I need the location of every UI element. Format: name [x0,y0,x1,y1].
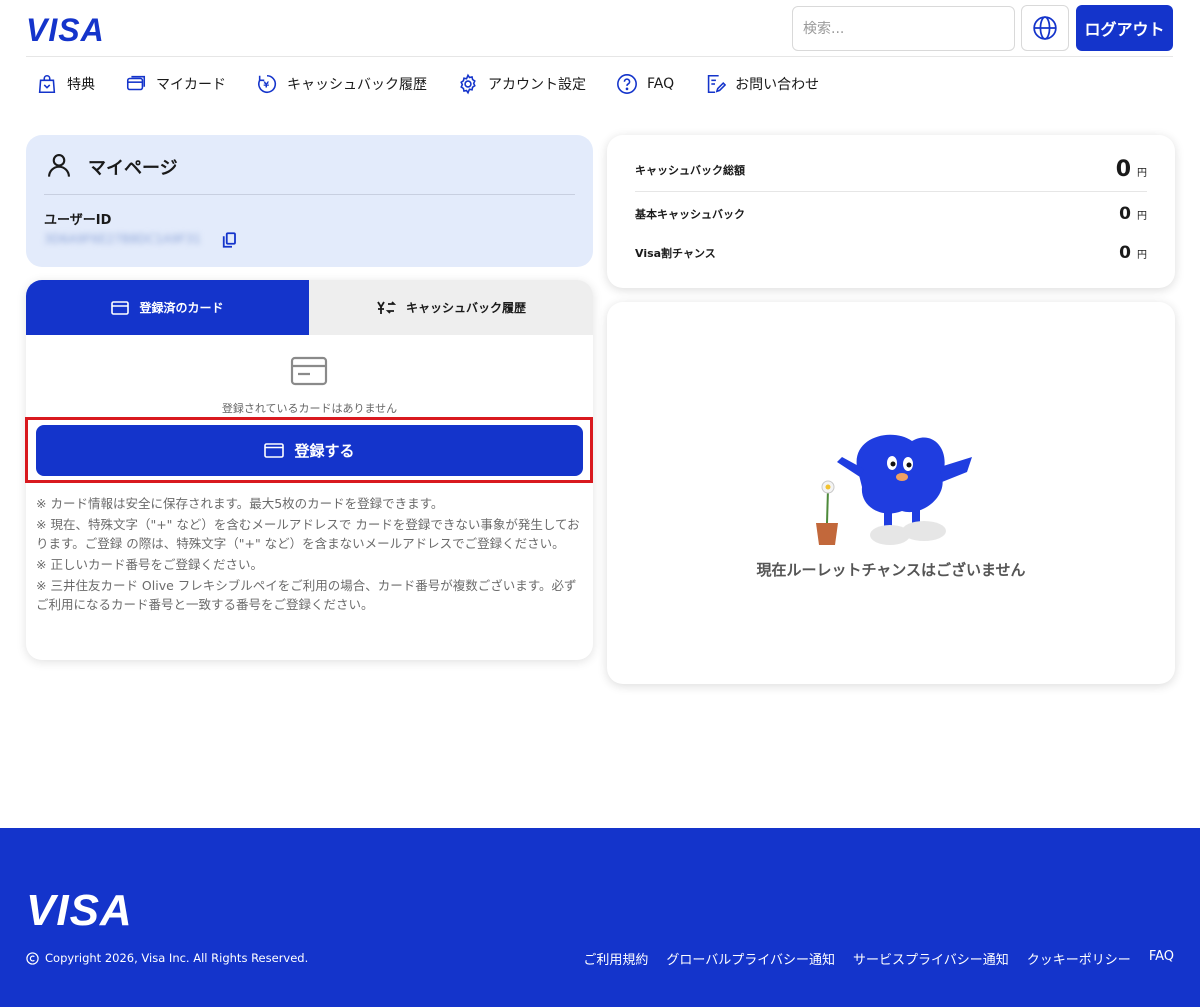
tab-label: キャッシュバック履歴 [405,301,526,315]
visa-chance-value: 0円 [1119,243,1147,263]
mypage-card: マイページ ユーザーID 3D6A9F6E27B8DC1A9F31 [26,135,593,267]
amount: 0 [1119,243,1131,263]
footer-link-cookie-policy[interactable]: クッキーポリシー [1027,949,1131,968]
register-card-button[interactable]: 登録する [36,425,583,476]
amount: 0 [1119,204,1131,224]
contact-form-icon [707,74,727,94]
visa-chance-row: Visa割チャンス 0円 [635,243,1147,263]
cashback-history-icon: ¥ [258,74,277,94]
nav-label: お問い合わせ [735,77,820,93]
tab-label: 登録済のカード [139,301,224,315]
cashback-summary: キャッシュバック総額 0円 基本キャッシュバック 0円 Visa割チャンス 0円 [607,135,1175,288]
visa-logo[interactable]: VISA [26,12,105,49]
note-item: ※ 正しいカード番号をご登録ください。 [36,557,263,572]
nav-item-faq[interactable]: FAQ [616,73,674,95]
yen-unit: 円 [1137,211,1147,222]
footer-link-global-privacy[interactable]: グローバルプライバシー通知 [666,949,835,968]
nav-item-benefits[interactable]: 特典 [36,73,95,95]
header: VISA ログアウト [0,0,1200,57]
gift-bag-icon [38,75,56,94]
logout-button[interactable]: ログアウト [1076,5,1173,51]
user-id-label: ユーザーID [44,213,112,228]
nav-label: アカウント設定 [488,77,586,93]
card-icon [111,300,130,315]
copy-icon[interactable] [220,230,238,250]
roulette-empty-message: 現在ルーレットチャンスはございません [756,561,1026,579]
cashback-total-label: キャッシュバック総額 [635,163,745,177]
empty-card-icon [290,356,328,386]
svg-text:¥: ¥ [263,80,269,90]
mascot-illustration [816,434,972,545]
footer-links: ご利用規約 グローバルプライバシー通知 サービスプライバシー通知 クッキーポリシ… [565,949,1174,968]
nav-item-cashback-history[interactable]: ¥ キャッシュバック履歴 [256,73,427,95]
nav-item-contact[interactable]: お問い合わせ [704,73,819,95]
yen-unit: 円 [1137,168,1147,179]
card-icon [126,75,146,91]
yen-exchange-icon [377,300,396,314]
footer-link-service-privacy[interactable]: サービスプライバシー通知 [853,949,1009,968]
nav-label: マイカード [156,77,226,93]
divider [44,194,575,195]
footer-link-faq[interactable]: FAQ [1149,949,1174,968]
footer-visa-logo: VISA [26,886,133,935]
copyright-text: Copyright 2026, Visa Inc. All Rights Res… [45,951,309,965]
nav-label: キャッシュバック履歴 [287,77,427,93]
copyright: Copyright 2026, Visa Inc. All Rights Res… [26,951,308,965]
header-divider [26,56,1173,57]
basic-cashback-row: 基本キャッシュバック 0円 [635,204,1147,224]
note-item: ※ 三井住友カード Olive フレキシブルペイをご利用の場合、カード番号が複数… [36,578,577,612]
card-notes: ※ カード情報は安全に保存されます。最大5枚のカードを登録できます。 ※ 現在、… [36,494,581,616]
gear-icon [460,73,476,95]
nav-label: 特典 [67,77,95,93]
user-icon [48,154,70,177]
register-label: 登録する [294,442,355,460]
empty-cards-message: 登録されているカードはありません [221,402,398,415]
search-input[interactable] [792,6,1015,51]
visa-chance-label: Visa割チャンス [635,247,716,260]
main-nav: 特典 マイカード ¥ キャッシュバック履歴 アカウント設定 FAQ お問い合わせ [36,70,849,98]
question-icon [617,74,637,94]
note-item: ※ 現在、特殊文字（"+" など）を含むメールアドレスで カードを登録できない事… [36,517,580,551]
yen-unit: 円 [1137,250,1147,261]
basic-cashback-label: 基本キャッシュバック [635,208,745,221]
cashback-total-value: 0円 [1116,157,1147,182]
cashback-total-row: キャッシュバック総額 0円 [635,157,1147,182]
nav-item-my-card[interactable]: マイカード [125,73,226,95]
language-button[interactable] [1021,5,1069,51]
page-title: マイページ [88,158,178,179]
footer-link-terms[interactable]: ご利用規約 [583,949,648,968]
amount: 0 [1115,157,1131,182]
globe-icon [1033,16,1057,40]
tab-cashback-history[interactable]: キャッシュバック履歴 [309,280,593,335]
basic-cashback-value: 0円 [1119,204,1147,224]
user-id-value: 3D6A9F6E27B8DC1A9F31 [44,232,201,246]
card-icon [264,443,285,458]
footer: VISA Copyright 2026, Visa Inc. All Right… [0,828,1200,1007]
nav-label: FAQ [647,76,675,92]
tab-registered-cards[interactable]: 登録済のカード [26,280,309,335]
copyright-icon [26,951,39,965]
divider [635,191,1147,192]
roulette-panel: 現在ルーレットチャンスはございません [607,302,1175,684]
nav-item-account-settings[interactable]: アカウント設定 [457,73,586,95]
note-item: ※ カード情報は安全に保存されます。最大5枚のカードを登録できます。 [36,496,444,511]
